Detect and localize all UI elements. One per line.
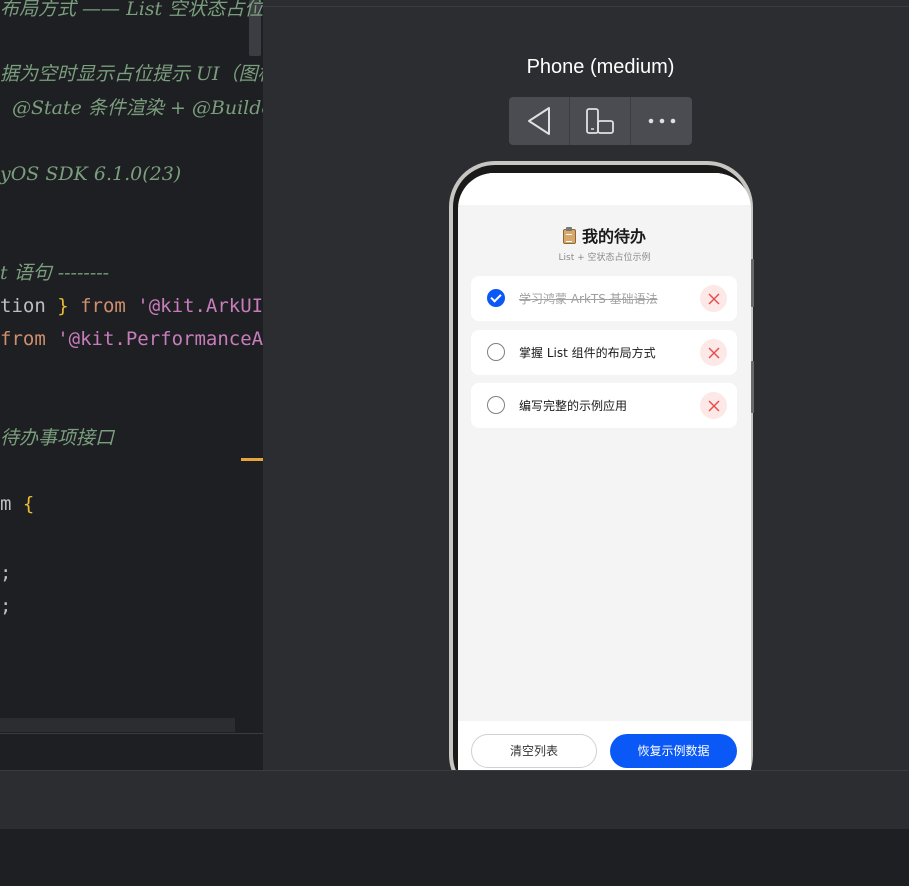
page-title: 我的待办 (458, 223, 751, 247)
previewer-toolbar (509, 97, 692, 145)
close-icon (708, 293, 719, 304)
phone-volume-button (751, 259, 754, 307)
code-token: t 语句 -------- (0, 262, 110, 284)
code-line[interactable]: yOS SDK 6.1.0(23) (0, 162, 181, 186)
more-dots-icon (648, 118, 675, 124)
gutter-change-marker (241, 458, 263, 461)
task-text: 学习鸿蒙 ArkTS 基础语法 (519, 292, 658, 306)
code-line[interactable]: t 语句 -------- (0, 261, 109, 285)
previewer-panel: Phone (medium) 我的待办 List + 空状态占位示例 学习鸿蒙 … (263, 0, 909, 770)
rotate-back-button[interactable] (509, 97, 570, 145)
task-item[interactable]: 掌握 List 组件的布局方式 (471, 330, 737, 375)
code-line[interactable]: @State 条件渲染 + @Builder (12, 96, 263, 120)
code-token: tion (0, 295, 58, 317)
phone-bezel: 我的待办 List + 空状态占位示例 学习鸿蒙 ArkTS 基础语法 掌握 Li… (453, 165, 751, 770)
code-token: '@kit.PerformanceAnalysisKit' (57, 328, 263, 350)
code-token: from (68, 295, 138, 317)
code-token: ; (0, 595, 12, 617)
ide-status-bar (0, 829, 909, 886)
code-editor[interactable]: 布局方式 —— List 空状态占位 据为空时显示占位提示 UI（图标 @State… (0, 0, 263, 733)
task-text: 编写完整的示例应用 (519, 399, 628, 413)
unchecked-checkbox[interactable] (487, 343, 505, 361)
delete-task-button[interactable] (700, 392, 727, 419)
code-line[interactable]: m { (0, 492, 34, 516)
code-token: } (57, 295, 69, 317)
task-text: 掌握 List 组件的布局方式 (519, 346, 656, 360)
phone-screen[interactable]: 我的待办 List + 空状态占位示例 学习鸿蒙 ArkTS 基础语法 掌握 Li… (458, 173, 751, 770)
code-token: { (22, 493, 35, 515)
code-token: 待办事项接口 (0, 427, 115, 449)
task-item[interactable]: 学习鸿蒙 ArkTS 基础语法 (471, 276, 737, 321)
code-line[interactable]: from '@kit.PerformanceAnalysisKit' (0, 327, 263, 351)
status-bar (458, 173, 751, 205)
checked-checkbox[interactable] (487, 289, 505, 307)
delete-task-button[interactable] (700, 285, 727, 312)
triangle-left-icon (528, 107, 550, 135)
code-token: yOS SDK 6.1.0(23) (0, 163, 182, 185)
clear-list-button[interactable]: 清空列表 (471, 734, 597, 768)
phone-frame: 我的待办 List + 空状态占位示例 学习鸿蒙 ArkTS 基础语法 掌握 Li… (449, 161, 754, 770)
page-title-text: 我的待办 (581, 227, 646, 246)
editor-horizontal-scrollbar[interactable] (0, 718, 235, 732)
code-token: from (0, 328, 58, 350)
task-item[interactable]: 编写完整的示例应用 (471, 383, 737, 428)
code-token: 布局方式 —— List 空状态占位 (0, 0, 263, 20)
device-name-label: Phone (medium) (526, 56, 675, 78)
more-options-button[interactable] (631, 97, 692, 145)
preview-divider (263, 6, 909, 7)
close-icon (708, 347, 719, 358)
code-line[interactable]: 布局方式 —— List 空状态占位 (0, 0, 263, 21)
device-switch-button[interactable] (570, 97, 631, 145)
code-line[interactable]: ; (0, 594, 11, 618)
code-token: '@kit.ArkUI' (137, 295, 263, 317)
editor-footer (0, 733, 263, 771)
delete-task-button[interactable] (700, 339, 727, 366)
code-line[interactable]: 待办事项接口 (0, 426, 114, 450)
clipboard-icon (562, 227, 576, 244)
code-token: ; (0, 562, 12, 584)
unchecked-checkbox[interactable] (487, 396, 505, 414)
bottom-tool-panel (0, 770, 909, 830)
phone-power-button (751, 361, 754, 413)
code-line[interactable]: tion } from '@kit.ArkUI' (0, 294, 263, 318)
code-token: m (0, 493, 23, 515)
code-line[interactable]: ; (0, 561, 11, 585)
code-line[interactable]: 据为空时显示占位提示 UI（图标 (0, 62, 263, 86)
code-token: 据为空时显示占位提示 UI（图标 (0, 63, 263, 85)
restore-sample-button[interactable]: 恢复示例数据 (610, 734, 737, 768)
device-rotate-icon (586, 108, 614, 134)
code-token: @State 条件渲染 + @Builder (12, 97, 263, 119)
action-bar: 清空列表 恢复示例数据 (458, 721, 751, 770)
page-subtitle: List + 空状态占位示例 (558, 253, 651, 263)
close-icon (708, 400, 719, 411)
